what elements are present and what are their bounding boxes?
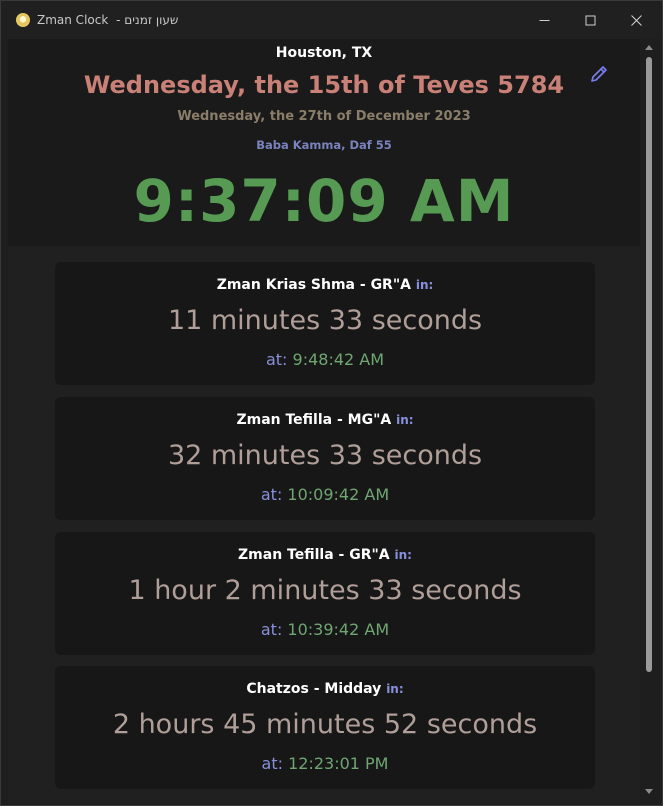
app-clock-icon bbox=[16, 13, 30, 27]
zman-title: Zman Tefilla - MG"A in: bbox=[55, 412, 595, 428]
zman-countdown: 2 hours 45 minutes 52 seconds bbox=[112, 709, 538, 740]
zman-countdown: 1 hour 2 minutes 33 seconds bbox=[128, 575, 522, 606]
zman-name: Zman Tefilla - GR"A bbox=[238, 547, 390, 563]
scroll-thumb[interactable] bbox=[646, 57, 652, 672]
scroll-down-arrow-icon[interactable] bbox=[645, 789, 653, 794]
zman-time: 10:39:42 AM bbox=[287, 620, 390, 639]
hebrew-date: Wednesday, the 15th of Teves 5784 bbox=[83, 71, 565, 99]
zman-name: Zman Krias Shma - GR"A bbox=[216, 277, 411, 293]
close-button[interactable] bbox=[613, 1, 659, 39]
maximize-button[interactable] bbox=[567, 1, 613, 39]
zman-countdown: 32 minutes 33 seconds bbox=[167, 440, 483, 471]
zman-time: 12:23:01 PM bbox=[288, 754, 389, 773]
zman-name: Zman Tefilla - MG"A bbox=[236, 412, 392, 428]
zmanim-list[interactable]: Zman Krias Shma - GR"A in: 11 minutes 33… bbox=[8, 246, 640, 804]
daf-yomi: Baba Kamma, Daf 55 bbox=[256, 138, 392, 152]
app-window: Zman Clock - שעון זמנים Houston, TX Wedn… bbox=[0, 0, 663, 806]
in-label: in: bbox=[396, 413, 414, 427]
at-label: at: bbox=[260, 620, 283, 639]
maximize-icon bbox=[585, 15, 595, 25]
zman-countdown: 11 minutes 33 seconds bbox=[167, 305, 483, 336]
zman-at: at: 10:09:42 AM bbox=[55, 485, 595, 504]
zman-card: Zman Tefilla - MG"A in: 32 minutes 33 se… bbox=[55, 397, 595, 520]
clock-header: Houston, TX Wednesday, the 15th of Teves… bbox=[8, 39, 640, 246]
zman-title: Zman Krias Shma - GR"A in: bbox=[55, 277, 595, 293]
window-title: Zman Clock - שעון זמנים bbox=[37, 13, 178, 27]
zman-card: Zman Tefilla - GR"A in: 1 hour 2 minutes… bbox=[55, 532, 595, 655]
minimize-icon bbox=[539, 19, 549, 21]
location-label: Houston, TX bbox=[275, 45, 373, 61]
title-bar[interactable]: Zman Clock - שעון זמנים bbox=[1, 1, 662, 39]
window-title-text: Zman Clock bbox=[37, 13, 109, 27]
edit-settings-button[interactable] bbox=[588, 63, 610, 85]
in-label: in: bbox=[394, 548, 412, 562]
zman-name: Chatzos - Midday bbox=[246, 681, 382, 697]
zman-card: Chatzos - Midday in: 2 hours 45 minutes … bbox=[55, 666, 595, 789]
zman-at: at: 12:23:01 PM bbox=[55, 754, 595, 773]
vertical-scrollbar[interactable] bbox=[641, 39, 657, 799]
in-label: in: bbox=[415, 278, 434, 292]
current-time: 9:37:09 AM bbox=[133, 167, 515, 235]
in-label: in: bbox=[386, 682, 404, 696]
gregorian-date: Wednesday, the 27th of December 2023 bbox=[177, 109, 471, 124]
zman-card: Zman Krias Shma - GR"A in: 11 minutes 33… bbox=[55, 262, 595, 385]
minimize-button[interactable] bbox=[521, 1, 567, 39]
close-icon bbox=[630, 14, 642, 26]
zman-title: Zman Tefilla - GR"A in: bbox=[55, 547, 595, 563]
zman-at: at: 10:39:42 AM bbox=[55, 620, 595, 639]
scroll-up-arrow-icon[interactable] bbox=[645, 45, 653, 50]
at-label: at: bbox=[261, 754, 283, 773]
at-label: at: bbox=[265, 350, 288, 369]
at-label: at: bbox=[260, 485, 283, 504]
zman-time: 10:09:42 AM bbox=[287, 485, 390, 504]
window-title-hebrew: - שעון זמנים bbox=[116, 13, 179, 27]
zman-title: Chatzos - Midday in: bbox=[55, 681, 595, 697]
zman-at: at: 9:48:42 AM bbox=[55, 350, 595, 369]
zman-time: 9:48:42 AM bbox=[292, 350, 385, 369]
pencil-icon bbox=[591, 66, 607, 82]
